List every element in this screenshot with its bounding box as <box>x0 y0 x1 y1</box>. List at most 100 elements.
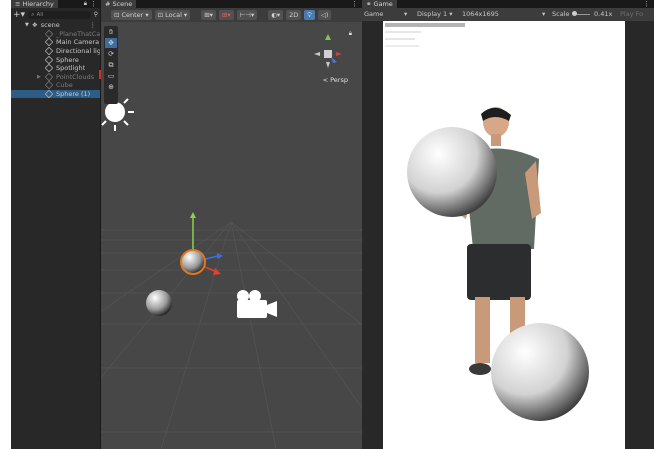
persp-label[interactable]: < Persp <box>323 76 348 84</box>
local-space-icon: ⊡ <box>157 11 164 19</box>
game-toolbar: Game ▾ Display 1 ▾ 1064x1695 ▾ Scale 0.4… <box>362 8 654 21</box>
gameobject-cube-icon <box>44 38 54 47</box>
scene-tabbar: # Scene ⋮ <box>101 0 362 8</box>
scene-tab-label: Scene <box>112 0 133 8</box>
play-focused-label: Play Fo <box>620 10 644 18</box>
scene-panel[interactable]: # Scene ⋮ ⊡ Center ▾ ⊡ Local ▾ ⊞▾ ⊞▾ ⊢⊣▾… <box>101 0 362 449</box>
hierarchy-item-label: PointClouds <box>56 72 95 81</box>
move-gizmo-icon[interactable] <box>180 212 223 275</box>
game-panel: ⚭ Game ⋮ Game ▾ Display 1 ▾ 1064x1695 ▾ … <box>362 0 654 449</box>
search-input[interactable]: ⌕ All <box>28 10 91 19</box>
resolution-dropdown[interactable]: 1064x1695 <box>462 10 499 18</box>
gameobject-cube-icon <box>44 29 54 39</box>
gameobject-cube-icon <box>44 46 54 56</box>
scene-viewport[interactable] <box>101 22 362 449</box>
hierarchy-item[interactable]: Directional light <box>11 46 100 56</box>
debug-line <box>385 38 415 40</box>
hierarchy-panel: ≡ Hierarchy 🔒︎ ⋮ +▾ ⌕ All ⚲ ▼ ❖ scene ⋮ … <box>11 0 101 449</box>
tools-overlay: ✋︎ ✥ ⟳ ⧉ ▭ ⊕ <box>104 26 118 104</box>
pivot-icon: ⊡ <box>114 11 120 19</box>
game-view-dropdown[interactable]: Game <box>364 10 383 18</box>
scene-menu-icon[interactable]: ⋮ <box>90 21 97 29</box>
hierarchy-item[interactable]: Sphere (1) <box>11 89 100 99</box>
add-icon[interactable]: +▾ <box>13 10 25 20</box>
game-tab[interactable]: ⚭ Game <box>362 0 397 8</box>
display-label: Display 1 <box>417 10 448 18</box>
game-viewport[interactable] <box>383 21 625 449</box>
hierarchy-item-label: Sphere <box>56 55 79 64</box>
scale-value: 0.41x <box>594 10 613 18</box>
scene-root-row[interactable]: ▼ ❖ scene ⋮ <box>11 21 100 30</box>
grid-snap-button[interactable]: ⊞▾ <box>201 10 216 20</box>
transform-tool-icon[interactable]: ⊕ <box>105 82 117 92</box>
gizmo-lock-icon[interactable]: 🔒︎ <box>349 30 352 38</box>
lighting-toggle[interactable]: 💡︎ <box>304 10 315 20</box>
hierarchy-item[interactable]: Sphere <box>11 55 100 64</box>
gameobject-cube-icon <box>44 72 54 82</box>
hand-tool-icon[interactable]: ✋︎ <box>105 27 117 37</box>
hierarchy-toolbar: +▾ ⌕ All ⚲ <box>11 8 100 21</box>
scene-grid-icon: # <box>105 0 111 8</box>
hierarchy-tab-label: Hierarchy <box>22 0 54 8</box>
2d-label: 2D <box>289 11 299 19</box>
move-tool-icon[interactable]: ✥ <box>105 38 117 48</box>
hierarchy-item-label: Sphere (1) <box>56 90 91 99</box>
gameobject-cube-icon <box>44 64 54 73</box>
camera-icon[interactable] <box>237 290 277 318</box>
hierarchy-item[interactable]: Spotlight <box>11 64 100 73</box>
scene-tab[interactable]: # Scene <box>101 0 137 8</box>
pivot-label: Center <box>121 11 144 19</box>
snap-icon: ⊢⊣▾ <box>239 11 255 19</box>
grid-toggle-button[interactable]: ⊞▾ <box>218 10 234 20</box>
draw-mode-icon: ◐▾ <box>271 11 281 19</box>
expand-arrow-icon[interactable]: ▶ <box>37 74 41 80</box>
expand-arrow-icon[interactable]: ▼ <box>25 22 29 28</box>
chevron-down-icon: ▾ <box>404 10 408 18</box>
unity-scene-icon: ❖ <box>31 21 38 30</box>
hierarchy-item-label: Cube <box>56 81 73 90</box>
scale-slider-thumb[interactable] <box>572 11 577 16</box>
debug-line <box>385 31 421 33</box>
display-dropdown[interactable]: Display 1 ▾ <box>417 10 453 18</box>
snap-increment-button[interactable]: ⊢⊣▾ <box>236 10 258 20</box>
search-icon: ⌕ <box>31 10 35 18</box>
play-focused-dropdown[interactable]: Play Fo <box>620 10 643 18</box>
space-label: Local <box>165 11 182 19</box>
scene-kebab-icon[interactable]: ⋮ <box>351 0 358 8</box>
hierarchy-item[interactable]: ▶ PointClouds <box>11 72 100 82</box>
gameobject-cube-icon <box>44 89 54 99</box>
chevron-down-icon: ▾ <box>542 10 546 18</box>
draw-mode-button[interactable]: ◐▾ <box>268 10 284 20</box>
hierarchy-item-label: Spotlight <box>56 64 86 73</box>
scene-toolbar: ⊡ Center ▾ ⊡ Local ▾ ⊞▾ ⊞▾ ⊢⊣▾ ◐▾ 2D 💡︎ … <box>101 8 362 22</box>
scale-label: Scale <box>552 10 570 18</box>
debug-line <box>385 45 419 47</box>
hierarchy-item-label: Main Camera <box>56 38 100 47</box>
sphere-object[interactable] <box>146 290 172 316</box>
resolution-label: 1064x1695 <box>462 10 499 18</box>
hierarchy-item[interactable]: Cube <box>11 81 100 90</box>
hierarchy-tab[interactable]: ≡ Hierarchy <box>11 0 58 8</box>
lock-icon[interactable]: 🔒︎ <box>84 0 87 8</box>
audio-icon: ◁) <box>320 11 329 19</box>
kebab-menu-icon[interactable]: ⋮ <box>90 0 97 8</box>
pivot-dropdown[interactable]: ⊡ Center ▾ <box>111 10 152 20</box>
grid-icon: ⊞▾ <box>221 11 231 19</box>
rect-tool-icon[interactable]: ▭ <box>105 71 117 81</box>
2d-toggle[interactable]: 2D <box>286 10 302 20</box>
filter-icon[interactable]: ⚲ <box>94 11 98 18</box>
hierarchy-item[interactable]: _PlaneThatCalls <box>11 29 100 39</box>
hierarchy-item-label: Directional light <box>56 47 100 56</box>
view-orientation-gizmo-icon[interactable] <box>314 34 342 68</box>
rotate-tool-icon[interactable]: ⟳ <box>105 49 117 59</box>
chevron-down-icon: ▾ <box>183 11 188 19</box>
scene-grid <box>101 221 362 449</box>
audio-toggle[interactable]: ◁) <box>317 10 332 20</box>
game-kebab-icon[interactable]: ⋮ <box>643 0 650 8</box>
debug-bar <box>385 23 465 27</box>
space-dropdown[interactable]: ⊡ Local ▾ <box>154 10 191 20</box>
hierarchy-item-label: _PlaneThatCalls <box>56 29 100 38</box>
scale-tool-icon[interactable]: ⧉ <box>105 60 117 70</box>
game-view-label: Game <box>364 10 384 18</box>
hierarchy-item[interactable]: Main Camera <box>11 38 100 47</box>
